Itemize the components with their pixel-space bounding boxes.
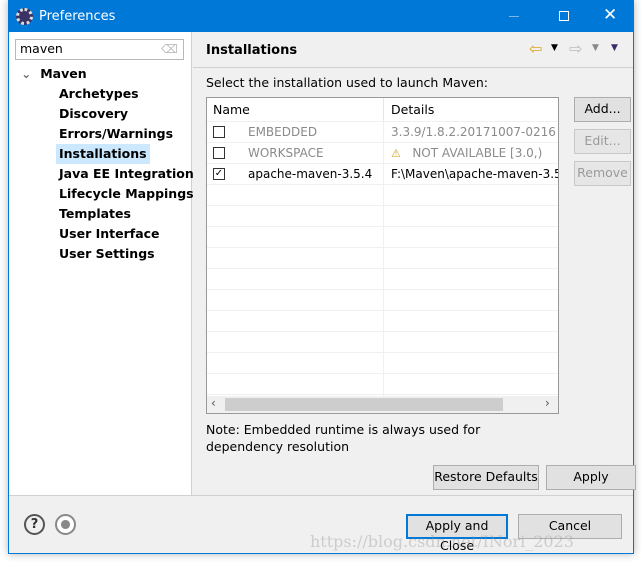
apply-button[interactable]: Apply bbox=[546, 465, 636, 490]
header-divider bbox=[193, 67, 633, 68]
watermark: https://blog.csdn.net/INori_2023 bbox=[310, 532, 574, 551]
scroll-right-icon[interactable]: › bbox=[545, 396, 550, 410]
filter-input[interactable]: maven ⌫ bbox=[15, 39, 184, 60]
column-header-details[interactable]: Details bbox=[385, 98, 558, 121]
preferences-tree-pane: maven ⌫ ⌄ Maven Archetypes Discovery Error… bbox=[9, 32, 194, 495]
installation-details: 3.3.9/1.8.2.20171007-0216 bbox=[391, 125, 556, 139]
remove-button[interactable]: Remove bbox=[574, 161, 631, 186]
edit-button[interactable]: Edit... bbox=[574, 129, 631, 154]
checkbox[interactable] bbox=[213, 126, 225, 138]
clear-filter-icon[interactable]: ⌫ bbox=[161, 42, 178, 56]
installations-table[interactable]: Name Details EMBEDDED 3.3.9/1.8.2.2017100… bbox=[206, 97, 559, 414]
tree-item-label: Maven bbox=[40, 66, 87, 81]
checkbox[interactable] bbox=[213, 147, 225, 159]
installation-name: WORKSPACE bbox=[248, 146, 324, 160]
help-icon[interactable]: ? bbox=[24, 514, 45, 535]
empty-row bbox=[207, 185, 558, 206]
note-label: Note: Embedded runtime is always used fo… bbox=[206, 422, 481, 454]
tree-item-installations[interactable]: Installations bbox=[56, 144, 150, 164]
restore-defaults-button[interactable]: Restore Defaults bbox=[433, 465, 539, 490]
empty-row bbox=[207, 353, 558, 374]
tree-item-user-interface[interactable]: User Interface bbox=[56, 224, 163, 244]
forward-arrow-icon[interactable]: ⇨ bbox=[569, 39, 582, 58]
empty-row bbox=[207, 290, 558, 311]
tree-item-errors-warnings[interactable]: Errors/Warnings bbox=[56, 124, 176, 144]
scroll-left-icon[interactable]: ‹ bbox=[211, 396, 216, 410]
table-header: Name Details bbox=[207, 98, 558, 122]
installation-details: NOT AVAILABLE [3.0,) bbox=[412, 146, 543, 160]
close-button[interactable]: ✕ bbox=[603, 5, 617, 25]
footer-divider bbox=[9, 495, 633, 496]
tree-item-java-ee-integration[interactable]: Java EE Integration bbox=[56, 164, 197, 184]
empty-row bbox=[207, 206, 558, 227]
installation-name: EMBEDDED bbox=[248, 125, 318, 139]
table-row[interactable]: WORKSPACE ⚠ NOT AVAILABLE [3.0,) bbox=[207, 143, 558, 164]
table-row[interactable]: EMBEDDED 3.3.9/1.8.2.20171007-0216 bbox=[207, 122, 558, 143]
checkbox[interactable]: ✓ bbox=[213, 168, 225, 180]
empty-row bbox=[207, 227, 558, 248]
empty-row bbox=[207, 311, 558, 332]
tree-item-user-settings[interactable]: User Settings bbox=[56, 244, 158, 264]
table-row[interactable]: ✓ apache-maven-3.5.4 F:\Maven\apache-maven… bbox=[207, 164, 558, 185]
horizontal-scrollbar[interactable]: ‹ › bbox=[207, 396, 558, 413]
warning-icon: ⚠ bbox=[391, 147, 401, 160]
page-title: Installations bbox=[206, 43, 298, 58]
installations-page: Installations ⇦ ▼ ⇨ ▼ ▼ Select the insta… bbox=[193, 32, 636, 495]
instruction-label: Select the installation used to launch M… bbox=[206, 75, 488, 90]
view-menu-icon[interactable]: ▼ bbox=[611, 43, 618, 53]
scroll-thumb[interactable] bbox=[225, 398, 503, 411]
tree-item-templates[interactable]: Templates bbox=[56, 204, 134, 224]
empty-row bbox=[207, 332, 558, 353]
empty-row bbox=[207, 248, 558, 269]
tree-item-lifecycle-mappings[interactable]: Lifecycle Mappings bbox=[56, 184, 197, 204]
filter-value: maven bbox=[20, 41, 63, 56]
column-header-name[interactable]: Name bbox=[207, 98, 384, 121]
installation-details: F:\Maven\apache-maven-3.5.4 bbox=[391, 167, 559, 181]
installation-name: apache-maven-3.5.4 bbox=[248, 167, 373, 181]
empty-row bbox=[207, 269, 558, 290]
back-dropdown-icon[interactable]: ▼ bbox=[551, 43, 558, 53]
empty-row bbox=[207, 374, 558, 395]
eclipse-gear-icon bbox=[16, 8, 33, 25]
back-arrow-icon[interactable]: ⇦ bbox=[529, 39, 542, 58]
minimize-button[interactable] bbox=[509, 16, 519, 17]
add-button[interactable]: Add... bbox=[574, 97, 631, 122]
chevron-down-icon: ⌄ bbox=[21, 66, 32, 81]
import-export-icon[interactable] bbox=[55, 514, 76, 535]
title-bar[interactable]: Preferences ✕ bbox=[9, 1, 633, 32]
tree-item-maven[interactable]: ⌄ Maven bbox=[21, 64, 87, 84]
forward-dropdown-icon[interactable]: ▼ bbox=[592, 43, 599, 53]
maximize-button[interactable] bbox=[559, 11, 569, 21]
preferences-window: Preferences ✕ maven ⌫ ⌄ Maven Archetypes… bbox=[8, 0, 636, 554]
tree-item-discovery[interactable]: Discovery bbox=[56, 104, 131, 124]
tree-item-archetypes[interactable]: Archetypes bbox=[56, 84, 142, 104]
window-title: Preferences bbox=[39, 9, 116, 24]
